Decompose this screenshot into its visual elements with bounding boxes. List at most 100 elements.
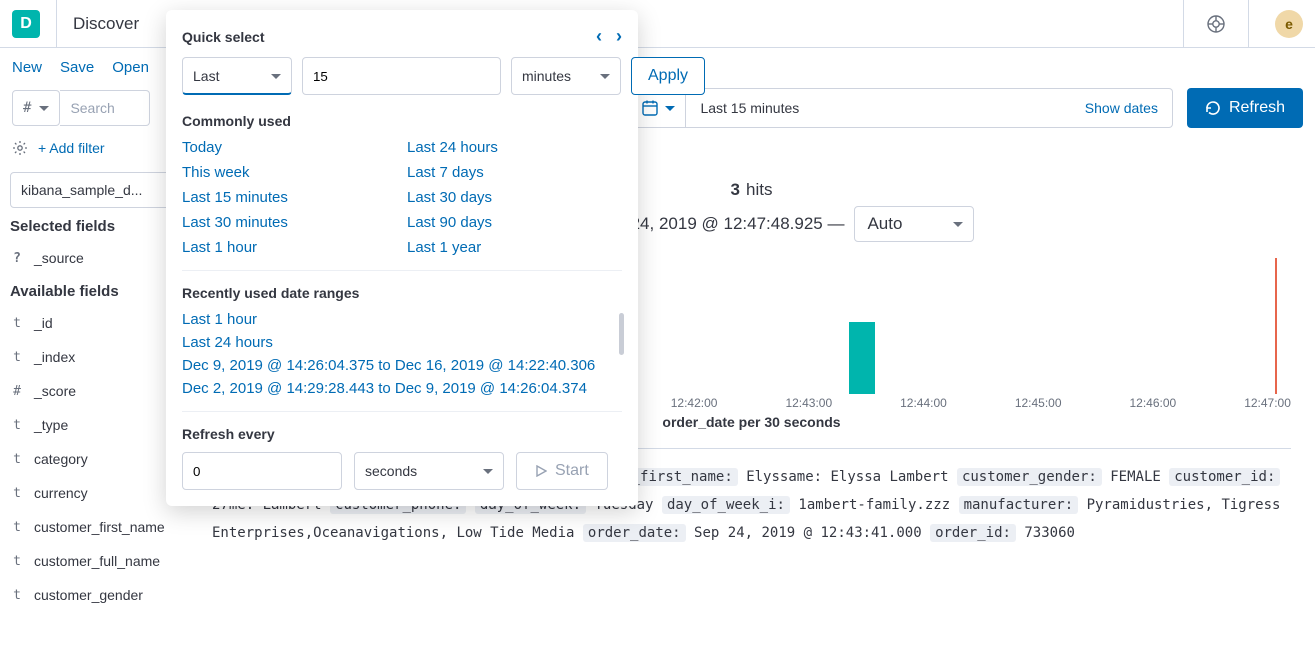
chevron-down-icon bbox=[39, 106, 49, 116]
quick-select-popover: Quick select ‹ › Last minutes Apply Comm… bbox=[166, 10, 638, 506]
commonly-used-link[interactable]: Last 24 hours bbox=[407, 139, 622, 156]
doc-key: customer_gender: bbox=[957, 468, 1102, 486]
commonly-used-link[interactable]: This week bbox=[182, 164, 397, 181]
menu-new[interactable]: New bbox=[12, 59, 42, 76]
field-type-icon: t bbox=[10, 486, 24, 501]
tense-select[interactable]: Last bbox=[182, 57, 292, 95]
field-name: _index bbox=[34, 349, 75, 365]
apply-button[interactable]: Apply bbox=[631, 57, 705, 95]
field-type-icon: # bbox=[10, 384, 24, 399]
start-button[interactable]: Start bbox=[516, 452, 608, 490]
doc-value: 1 bbox=[798, 497, 806, 513]
refresh-button[interactable]: Refresh bbox=[1187, 88, 1303, 128]
chevron-down-icon bbox=[600, 74, 610, 84]
app-logo[interactable]: D bbox=[12, 10, 40, 38]
doc-value: ambert-family.zzz bbox=[807, 497, 950, 513]
field-name: customer_full_name bbox=[34, 553, 160, 569]
chart-tick: 12:45:00 bbox=[1015, 396, 1062, 410]
field-type-icon: t bbox=[10, 350, 24, 365]
field-type-icon: t bbox=[10, 520, 24, 535]
field-name: category bbox=[34, 451, 88, 467]
commonly-used-link[interactable]: Last 30 days bbox=[407, 189, 622, 206]
commonly-used-link[interactable]: Today bbox=[182, 139, 397, 156]
start-label: Start bbox=[555, 462, 589, 480]
chart-tick: 12:43:00 bbox=[785, 396, 832, 410]
chart-tick: 12:44:00 bbox=[900, 396, 947, 410]
chart-tick: 12:42:00 bbox=[671, 396, 718, 410]
field-name: customer_first_name bbox=[34, 519, 165, 535]
commonly-used-link[interactable]: Last 30 minutes bbox=[182, 214, 397, 231]
show-dates-link[interactable]: Show dates bbox=[1085, 100, 1158, 116]
quick-select-title: Quick select bbox=[182, 29, 265, 45]
chart-tick: 12:46:00 bbox=[1130, 396, 1177, 410]
commonly-used-link[interactable]: Last 1 year bbox=[407, 239, 622, 256]
recent-range-link[interactable]: Dec 2, 2019 @ 14:29:28.443 to Dec 9, 201… bbox=[182, 380, 622, 397]
refresh-every-title: Refresh every bbox=[182, 426, 622, 442]
doc-value: FEMALE bbox=[1110, 469, 1161, 485]
commonly-used-link[interactable]: Last 90 days bbox=[407, 214, 622, 231]
field-item[interactable]: t category bbox=[10, 442, 178, 476]
hits-label: hits bbox=[746, 180, 772, 199]
scrollbar[interactable] bbox=[619, 313, 624, 355]
refresh-unit-select[interactable]: seconds bbox=[354, 452, 504, 490]
commonly-used-link[interactable]: Last 15 minutes bbox=[182, 189, 397, 206]
field-type-icon: t bbox=[10, 418, 24, 433]
avatar[interactable]: e bbox=[1275, 10, 1303, 38]
doc-value: me: Elyssa Lambert bbox=[797, 469, 949, 485]
quick-prev-button[interactable]: ‹ bbox=[596, 26, 602, 47]
gear-icon[interactable] bbox=[12, 140, 28, 156]
field-item[interactable]: tcurrency bbox=[10, 476, 178, 510]
field-type-icon: t bbox=[10, 554, 24, 569]
commonly-used-title: Commonly used bbox=[182, 113, 622, 129]
chevron-down-icon bbox=[665, 106, 675, 116]
field-item[interactable]: ?_source bbox=[10, 241, 178, 275]
menu-save[interactable]: Save bbox=[60, 59, 94, 76]
recent-range-link[interactable]: Last 1 hour bbox=[182, 311, 622, 328]
field-item[interactable]: t _type bbox=[10, 408, 178, 442]
doc-key: order_id: bbox=[930, 524, 1016, 542]
help-icon[interactable] bbox=[1200, 8, 1232, 40]
unit-value: minutes bbox=[522, 68, 571, 84]
chevron-down-icon bbox=[271, 74, 281, 84]
query-language-button[interactable]: # bbox=[12, 90, 60, 126]
interval-select[interactable]: Auto bbox=[854, 206, 974, 242]
refresh-label: Refresh bbox=[1229, 99, 1285, 117]
recent-range-link[interactable]: Last 24 hours bbox=[182, 334, 622, 351]
recently-used-title: Recently used date ranges bbox=[182, 285, 622, 301]
doc-key: customer_id: bbox=[1169, 468, 1280, 486]
doc-key: day_of_week_i: bbox=[662, 496, 790, 514]
field-name: _source bbox=[34, 250, 84, 266]
doc-value: Oceanavigations, Low Tide Media bbox=[313, 525, 574, 541]
commonly-used-link[interactable]: Last 7 days bbox=[407, 164, 622, 181]
field-item[interactable]: t_id bbox=[10, 306, 178, 340]
field-item[interactable]: t customer_first_name bbox=[10, 510, 178, 544]
chart-now-line bbox=[1275, 258, 1277, 394]
field-name: _type bbox=[34, 417, 68, 433]
recent-range-link[interactable]: Dec 9, 2019 @ 14:26:04.375 to Dec 16, 20… bbox=[182, 357, 622, 374]
hash-icon: # bbox=[23, 100, 31, 116]
field-name: _id bbox=[34, 315, 53, 331]
refresh-interval-input[interactable] bbox=[182, 452, 342, 490]
chart-tick: 12:47:00 bbox=[1244, 396, 1291, 410]
field-item[interactable]: # _score bbox=[10, 374, 178, 408]
add-filter-link[interactable]: + Add filter bbox=[38, 140, 105, 156]
search-input[interactable]: Search bbox=[60, 90, 150, 126]
date-range-text: Last 15 minutes bbox=[700, 100, 799, 116]
field-type-icon: t bbox=[10, 588, 24, 603]
field-item[interactable]: t customer_full_name bbox=[10, 544, 178, 578]
field-type-icon: t bbox=[10, 452, 24, 467]
date-range-display[interactable]: Last 15 minutes Show dates bbox=[686, 88, 1173, 128]
field-name: _score bbox=[34, 383, 76, 399]
unit-select[interactable]: minutes bbox=[511, 57, 621, 95]
quick-value-input[interactable] bbox=[302, 57, 501, 95]
menu-open[interactable]: Open bbox=[112, 59, 149, 76]
divider bbox=[1183, 0, 1184, 48]
quick-next-button[interactable]: › bbox=[616, 26, 622, 47]
commonly-used-link[interactable]: Last 1 hour bbox=[182, 239, 397, 256]
divider bbox=[56, 0, 57, 48]
field-item[interactable]: tcustomer_gender bbox=[10, 578, 178, 612]
app-title: Discover bbox=[73, 14, 139, 34]
tense-value: Last bbox=[193, 68, 219, 84]
index-pattern-select[interactable]: kibana_sample_d... bbox=[10, 172, 178, 208]
field-item[interactable]: t _index bbox=[10, 340, 178, 374]
